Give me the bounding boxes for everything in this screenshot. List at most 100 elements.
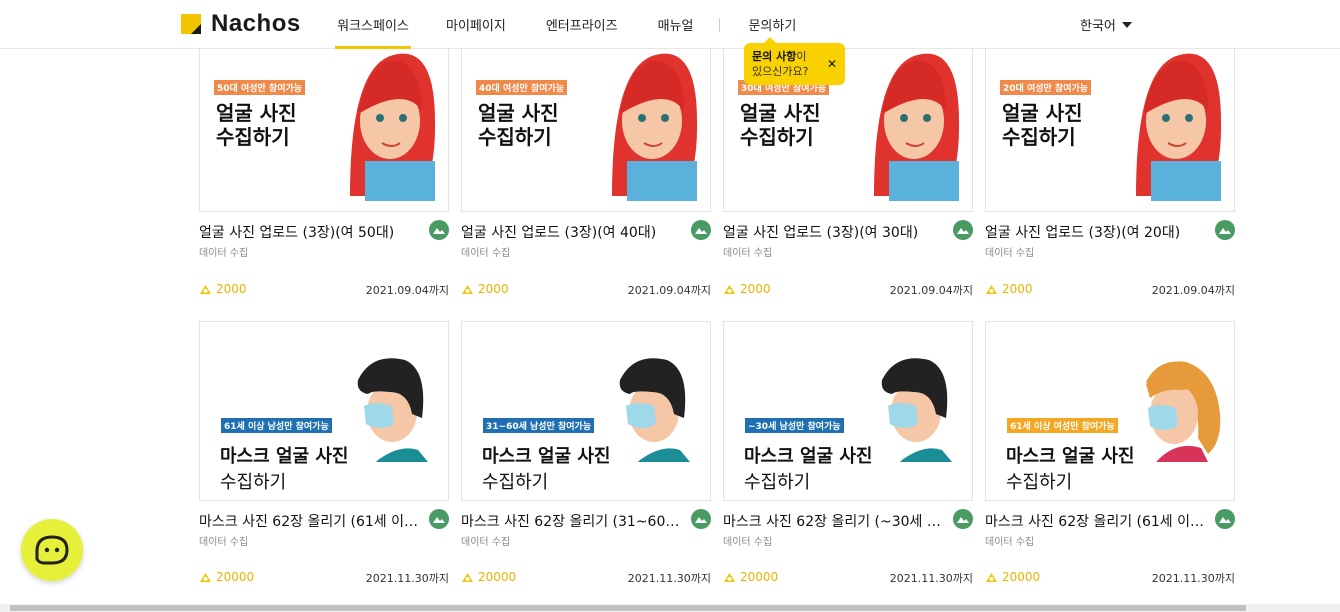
card-points-value: 2000 xyxy=(478,282,509,296)
card-deadline: 2021.09.04까지 xyxy=(627,284,711,297)
card-headline-2: 수집하기 xyxy=(220,472,287,493)
card-tag: 61세 이상 남성만 참여가능 xyxy=(221,418,332,433)
nav-divider xyxy=(719,17,721,32)
card-deadline: 2021.11.30까지 xyxy=(889,572,973,585)
card-headline-1: 마스크 얼굴 사진 xyxy=(1006,446,1135,467)
language-selector[interactable]: 한국어 xyxy=(1080,15,1132,34)
card-title[interactable]: 마스크 사진 62장 올리기 (~30세 … xyxy=(723,511,951,531)
nav-manual[interactable]: 매뉴얼 xyxy=(658,0,694,49)
card-points: 2000 xyxy=(199,282,247,296)
card-thumbnail: ~30세 남성만 참여가능 마스크 얼굴 사진 수집하기 xyxy=(723,321,973,501)
language-label: 한국어 xyxy=(1080,19,1116,34)
card-category: 데이터 수집 xyxy=(461,537,511,548)
card-headline-2: 수집하기 xyxy=(744,472,811,493)
card-headline-2: 수집하기 xyxy=(478,125,552,149)
mountain-image-icon xyxy=(429,220,449,240)
card-tag: 50대 여성만 참여가능 xyxy=(214,80,306,95)
card-points: 20000 xyxy=(199,570,254,584)
scrollbar-thumb[interactable] xyxy=(10,605,1246,611)
tooltip-text-1: 이 xyxy=(796,50,807,63)
card-category: 데이터 수집 xyxy=(723,537,773,548)
mountain-image-icon xyxy=(691,220,711,240)
card-deadline: 2021.11.30까지 xyxy=(365,572,449,585)
coin-icon xyxy=(200,572,211,582)
card-deadline: 2021.09.04까지 xyxy=(1151,284,1235,297)
card-title[interactable]: 얼굴 사진 업로드 (3장)(여 20대) xyxy=(985,222,1213,242)
task-card[interactable]: ~30세 남성만 참여가능 마스크 얼굴 사진 수집하기 마스크 사진 62장 … xyxy=(723,321,973,593)
card-title[interactable]: 마스크 사진 62장 올리기 (31~60… xyxy=(461,511,689,531)
coin-icon xyxy=(200,284,211,294)
mountain-image-icon xyxy=(429,509,449,529)
top-header: Nachos 워크스페이스 마이페이지 엔터프라이즈 매뉴얼 문의하기 한국어 xyxy=(0,0,1340,49)
card-thumbnail: 61세 이상 남성만 참여가능 마스크 얼굴 사진 수집하기 xyxy=(199,321,449,501)
card-points: 2000 xyxy=(723,282,771,296)
tooltip-text-2: 있으신가요? xyxy=(752,65,809,78)
mountain-image-icon xyxy=(953,509,973,529)
card-tag: 20대 여성만 참여가능 xyxy=(1000,80,1092,95)
card-points-value: 2000 xyxy=(740,282,771,296)
mountain-image-icon xyxy=(691,509,711,529)
card-points-value: 2000 xyxy=(1002,282,1033,296)
card-points-value: 20000 xyxy=(740,570,779,584)
card-points-value: 20000 xyxy=(1002,570,1041,584)
card-points: 2000 xyxy=(461,282,509,296)
card-category: 데이터 수집 xyxy=(461,248,511,259)
card-points-value: 20000 xyxy=(216,570,255,584)
inquiry-tooltip: 문의 사항이 있으신가요? ✕ xyxy=(744,37,845,85)
card-title[interactable]: 얼굴 사진 업로드 (3장)(여 30대) xyxy=(723,222,951,242)
card-tag: ~30세 남성만 참여가능 xyxy=(745,418,844,433)
card-title[interactable]: 얼굴 사진 업로드 (3장)(여 40대) xyxy=(461,222,689,242)
card-category: 데이터 수집 xyxy=(199,537,249,548)
task-card[interactable]: 61세 이상 여성만 참여가능 마스크 얼굴 사진 수집하기 마스크 사진 62… xyxy=(985,321,1235,593)
coin-icon xyxy=(724,572,735,582)
card-tag: 61세 이상 여성만 참여가능 xyxy=(1007,418,1118,433)
chat-bubble-icon xyxy=(35,535,69,565)
card-points: 20000 xyxy=(461,570,516,584)
logo-text: Nachos xyxy=(211,10,301,37)
card-headline-2: 수집하기 xyxy=(740,125,814,149)
card-title[interactable]: 마스크 사진 62장 올리기 (61세 이… xyxy=(985,511,1213,531)
card-category: 데이터 수집 xyxy=(723,248,773,259)
card-category: 데이터 수집 xyxy=(985,537,1035,548)
mountain-image-icon xyxy=(1215,509,1235,529)
logo-mark-icon xyxy=(181,14,201,34)
card-points-value: 2000 xyxy=(216,282,247,296)
card-category: 데이터 수집 xyxy=(199,248,249,259)
coin-icon xyxy=(462,284,473,294)
coin-icon xyxy=(462,572,473,582)
card-thumbnail: 61세 이상 여성만 참여가능 마스크 얼굴 사진 수집하기 xyxy=(985,321,1235,501)
tooltip-bold: 문의 사항 xyxy=(752,50,797,63)
card-deadline: 2021.09.04까지 xyxy=(889,284,973,297)
nav-workspace[interactable]: 워크스페이스 xyxy=(335,0,411,49)
chat-button[interactable] xyxy=(21,519,83,581)
card-deadline: 2021.11.30까지 xyxy=(1151,572,1235,585)
card-headline-2: 수집하기 xyxy=(1002,125,1076,149)
card-category: 데이터 수집 xyxy=(985,248,1035,259)
card-headline-2: 수집하기 xyxy=(1006,472,1073,493)
task-card[interactable]: 61세 이상 남성만 참여가능 마스크 얼굴 사진 수집하기 마스크 사진 62… xyxy=(199,321,449,593)
card-deadline: 2021.09.04까지 xyxy=(365,284,449,297)
card-headline-2: 수집하기 xyxy=(482,472,549,493)
card-headline-2: 수집하기 xyxy=(216,125,290,149)
logo[interactable]: Nachos xyxy=(181,10,301,37)
card-points: 20000 xyxy=(985,570,1040,584)
nav-mypage[interactable]: 마이페이지 xyxy=(446,0,506,49)
nav-enterprise[interactable]: 엔터프라이즈 xyxy=(546,0,618,49)
close-icon[interactable]: ✕ xyxy=(827,57,837,72)
card-headline-1: 마스크 얼굴 사진 xyxy=(220,446,349,467)
card-tag: 31~60세 남성만 참여가능 xyxy=(483,418,595,433)
mountain-image-icon xyxy=(1215,220,1235,240)
card-points: 2000 xyxy=(985,282,1033,296)
horizontal-scrollbar[interactable] xyxy=(0,604,1340,612)
card-title[interactable]: 얼굴 사진 업로드 (3장)(여 50대) xyxy=(199,222,427,242)
coin-icon xyxy=(986,284,997,294)
card-headline-1: 마스크 얼굴 사진 xyxy=(744,446,873,467)
coin-icon xyxy=(724,284,735,294)
card-thumbnail: 31~60세 남성만 참여가능 마스크 얼굴 사진 수집하기 xyxy=(461,321,711,501)
coin-icon xyxy=(986,572,997,582)
task-card[interactable]: 31~60세 남성만 참여가능 마스크 얼굴 사진 수집하기 마스크 사진 62… xyxy=(461,321,711,593)
card-headline-1: 마스크 얼굴 사진 xyxy=(482,446,611,467)
card-points-value: 20000 xyxy=(478,570,517,584)
mountain-image-icon xyxy=(953,220,973,240)
card-title[interactable]: 마스크 사진 62장 올리기 (61세 이… xyxy=(199,511,427,531)
